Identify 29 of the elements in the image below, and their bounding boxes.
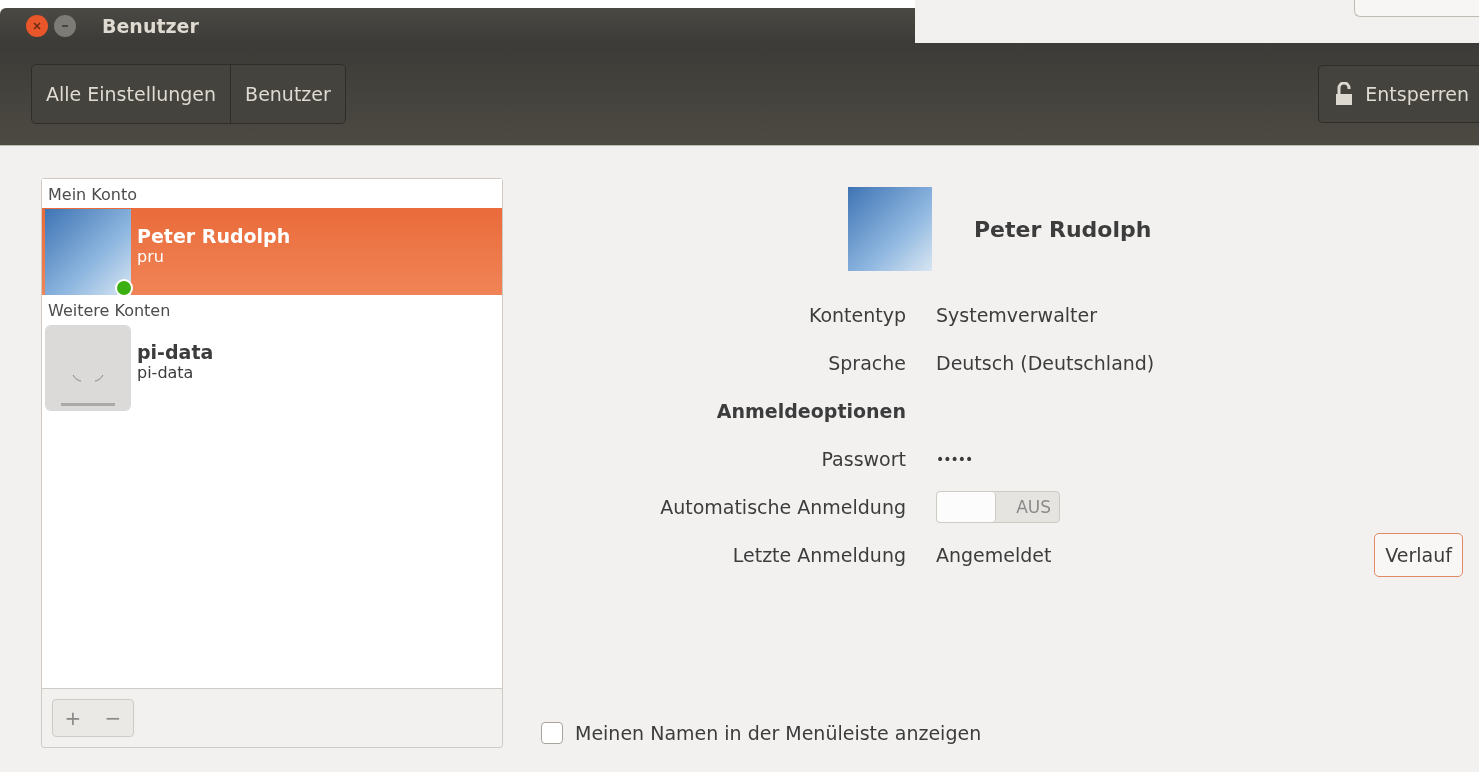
field-label: Sprache	[827, 351, 906, 376]
breadcrumb-button[interactable]: Alle Einstellungen	[32, 65, 232, 123]
checkbox[interactable]	[541, 722, 563, 744]
close-icon	[32, 20, 42, 31]
checkbox-label: Meinen Namen in der Menüleiste anzeigen	[575, 722, 982, 744]
field-label: Letzte Anmeldung	[731, 543, 906, 568]
user-name: pi-data	[137, 341, 214, 363]
field-label: Automatische Anmeldung	[659, 495, 906, 520]
history-button[interactable]: Verlauf	[1374, 533, 1463, 577]
field-label: Kontentyp	[807, 303, 906, 328]
window-title: Benutzer	[102, 14, 199, 37]
minimize-button[interactable]	[54, 14, 76, 37]
password-value[interactable]: •••••	[936, 435, 1155, 483]
field-value: Angemeldet	[936, 543, 1053, 568]
unlock-button[interactable]: Entsperren	[1318, 65, 1479, 123]
unlocked-padlock-icon	[1335, 82, 1354, 106]
field-label: Passwort	[820, 447, 906, 472]
group-heading: Weitere Konten	[47, 300, 172, 322]
field-value: Deutsch (Deutschland)	[936, 351, 1155, 376]
user-row[interactable]: pi-data pi-data	[42, 324, 502, 411]
user-login: pi-data	[137, 363, 195, 382]
breadcrumb-button[interactable]: Benutzer	[231, 65, 345, 123]
group-heading: Mein Konto	[47, 184, 138, 206]
user-name: Peter Rudolph	[974, 216, 1152, 242]
section-heading: Anmeldeoptionen	[715, 399, 906, 424]
user-login: pru	[137, 247, 165, 266]
field-value: Systemverwalter	[936, 303, 1098, 328]
close-button[interactable]	[26, 14, 48, 37]
user-name: Peter Rudolph	[137, 225, 291, 247]
